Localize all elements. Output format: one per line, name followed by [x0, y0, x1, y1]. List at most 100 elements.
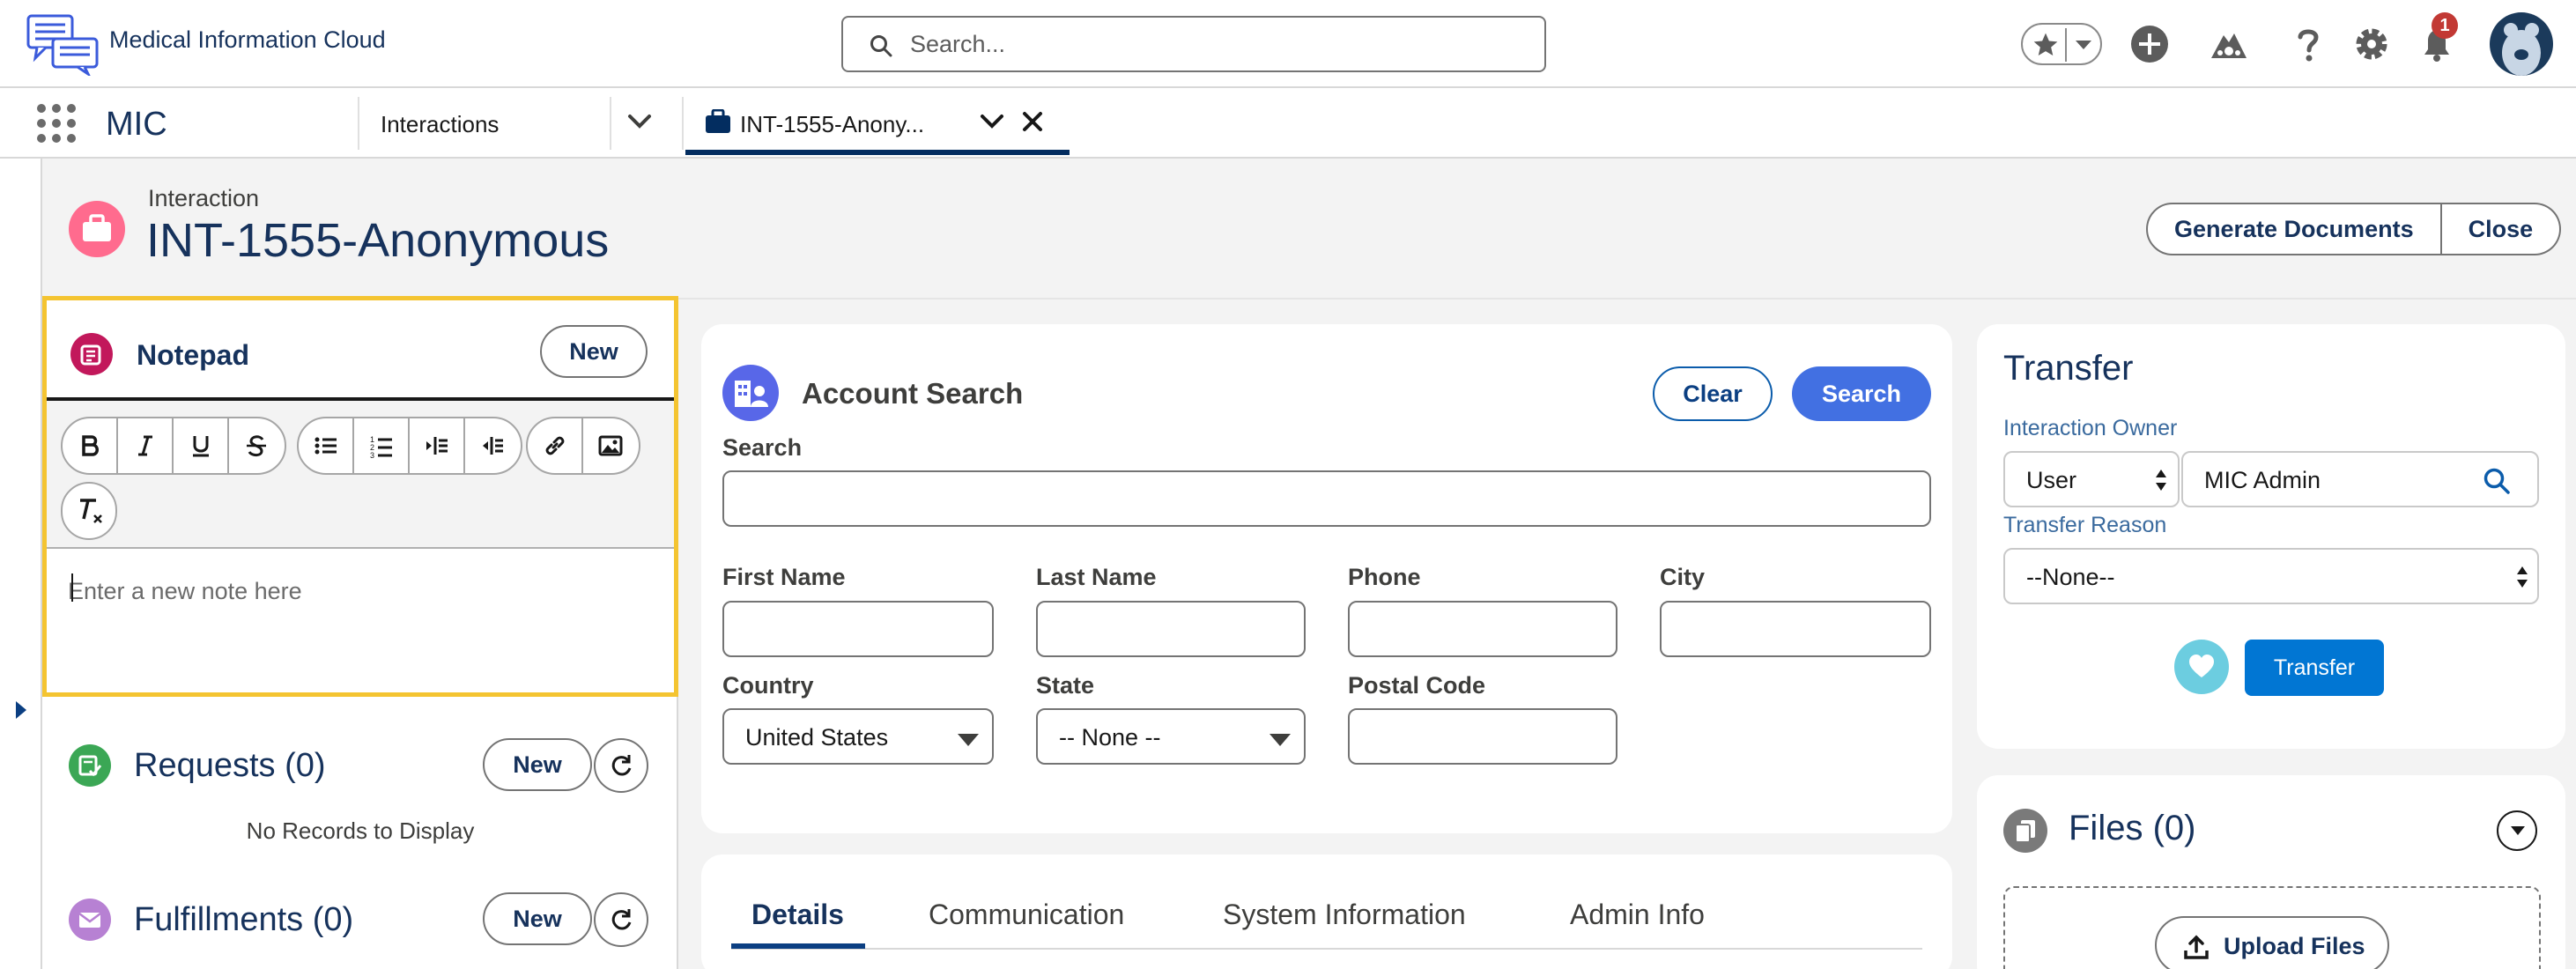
- bold-button[interactable]: [63, 418, 118, 473]
- fulfillments-refresh-button[interactable]: [594, 892, 648, 947]
- notepad-icon: [70, 333, 113, 375]
- nav-divider: [358, 97, 359, 150]
- tab-details[interactable]: Details: [751, 899, 844, 931]
- country-label: Country: [722, 672, 814, 699]
- chevron-down-icon[interactable]: [2074, 38, 2093, 52]
- search-icon[interactable]: [2483, 467, 2511, 495]
- postal-code-field[interactable]: [1348, 708, 1617, 765]
- image-button[interactable]: [583, 418, 639, 473]
- account-search-title: Account Search: [802, 377, 1024, 410]
- first-name-label: First Name: [722, 564, 846, 590]
- help-icon[interactable]: [2287, 23, 2329, 65]
- fulfillments-title: Fulfillments (0): [134, 901, 354, 938]
- trailhead-icon[interactable]: [2208, 23, 2250, 65]
- strikethrough-icon: [247, 435, 266, 457]
- plus-icon[interactable]: [2128, 23, 2171, 65]
- refresh-icon: [611, 755, 632, 776]
- nav-divider: [682, 97, 684, 150]
- expand-arrow-icon[interactable]: [12, 698, 30, 722]
- tab-communication[interactable]: Communication: [929, 899, 1124, 931]
- interaction-record-icon: [69, 201, 125, 257]
- briefcase-icon: [706, 109, 730, 133]
- clear-button[interactable]: Clear: [1653, 366, 1773, 421]
- favorites-group[interactable]: [2021, 23, 2102, 65]
- dropdown-arrow-icon: [958, 734, 979, 746]
- favorite-button[interactable]: [2174, 640, 2229, 694]
- chevron-down-icon[interactable]: [980, 113, 1004, 130]
- notepad-new-button[interactable]: New: [540, 325, 648, 378]
- close-icon[interactable]: [1022, 111, 1043, 132]
- search-button[interactable]: Search: [1792, 366, 1931, 421]
- city-field[interactable]: [1660, 601, 1931, 657]
- star-icon[interactable]: [2032, 31, 2060, 59]
- remove-formatting-button[interactable]: [61, 482, 117, 540]
- country-select[interactable]: United States: [722, 708, 994, 765]
- search-icon: [870, 35, 892, 57]
- workspace-tab[interactable]: INT-1555-Anony...: [685, 88, 1070, 155]
- sort-arrows-icon: [2517, 566, 2528, 588]
- format-group: [61, 417, 286, 475]
- gear-icon[interactable]: [2350, 23, 2393, 65]
- transfer-title: Transfer: [2003, 349, 2134, 388]
- requests-new-button[interactable]: New: [483, 738, 592, 791]
- tab-system-information[interactable]: System Information: [1223, 899, 1466, 931]
- numbered-list-button[interactable]: 1 2 3: [354, 418, 410, 473]
- global-search[interactable]: [841, 16, 1546, 72]
- outdent-button[interactable]: [465, 418, 521, 473]
- sort-arrows-icon: [2156, 470, 2166, 491]
- envelope-icon: [78, 913, 101, 928]
- state-label: State: [1036, 672, 1095, 699]
- workspace-tab-label: INT-1555-Anony...: [740, 111, 925, 137]
- close-record-button[interactable]: Close: [2441, 203, 2562, 255]
- owner-lookup-input[interactable]: MIC Admin: [2181, 451, 2539, 507]
- svg-text:3: 3: [370, 451, 374, 458]
- app-launcher-icon[interactable]: [37, 104, 76, 143]
- transfer-button[interactable]: Transfer: [2245, 640, 2384, 696]
- owner-type-select[interactable]: User: [2003, 451, 2180, 507]
- notes-icon: [80, 344, 101, 366]
- nav-app-name: MIC: [106, 106, 167, 143]
- page-title: INT-1555-Anonymous: [146, 214, 610, 267]
- bulleted-list-button[interactable]: [299, 418, 354, 473]
- files-menu-button[interactable]: [2497, 810, 2537, 851]
- underline-button[interactable]: [174, 418, 229, 473]
- dropdown-arrow-icon: [1269, 734, 1291, 746]
- search-field-label: Search: [722, 434, 803, 461]
- requests-refresh-button[interactable]: [594, 738, 648, 793]
- avatar[interactable]: [2490, 12, 2553, 76]
- owner-lookup-value: MIC Admin: [2204, 467, 2321, 493]
- tab-admin-info[interactable]: Admin Info: [1570, 899, 1705, 931]
- briefcase-icon: [83, 214, 111, 241]
- bulleted-list-icon: [315, 437, 337, 455]
- generate-documents-button[interactable]: Generate Documents: [2146, 203, 2442, 255]
- indent-icon: [426, 437, 448, 455]
- files-card-icon: [2003, 809, 2047, 853]
- chat-logo-icon[interactable]: [26, 12, 100, 76]
- transfer-reason-select[interactable]: --None--: [2003, 548, 2539, 604]
- phone-field[interactable]: [1348, 601, 1617, 657]
- global-search-input[interactable]: [910, 26, 1527, 62]
- indent-button[interactable]: [410, 418, 465, 473]
- strikethrough-button[interactable]: [229, 418, 285, 473]
- upload-files-button[interactable]: Upload Files: [2155, 916, 2389, 969]
- utility-rail[interactable]: [0, 159, 42, 969]
- nav-divider: [610, 97, 611, 150]
- last-name-field[interactable]: [1036, 601, 1306, 657]
- link-button[interactable]: [528, 418, 583, 473]
- state-select[interactable]: -- None --: [1036, 708, 1306, 765]
- chevron-down-icon[interactable]: [627, 113, 652, 130]
- request-icon: [78, 755, 102, 777]
- file-icon: [2015, 820, 2035, 843]
- nav-item-interactions[interactable]: Interactions: [381, 111, 499, 138]
- first-name-field[interactable]: [722, 601, 994, 657]
- country-select-value: United States: [745, 724, 889, 751]
- fulfillments-new-button[interactable]: New: [483, 892, 592, 945]
- note-input[interactable]: [68, 573, 649, 609]
- requests-icon: [69, 744, 111, 787]
- files-title: Files (0): [2069, 809, 2196, 847]
- account-search-input[interactable]: [722, 470, 1931, 527]
- italic-icon: [138, 435, 152, 456]
- heart-icon: [2189, 655, 2214, 677]
- app-nav-bar: MIC Interactions INT-1555-Anony...: [0, 88, 2576, 159]
- italic-button[interactable]: [118, 418, 174, 473]
